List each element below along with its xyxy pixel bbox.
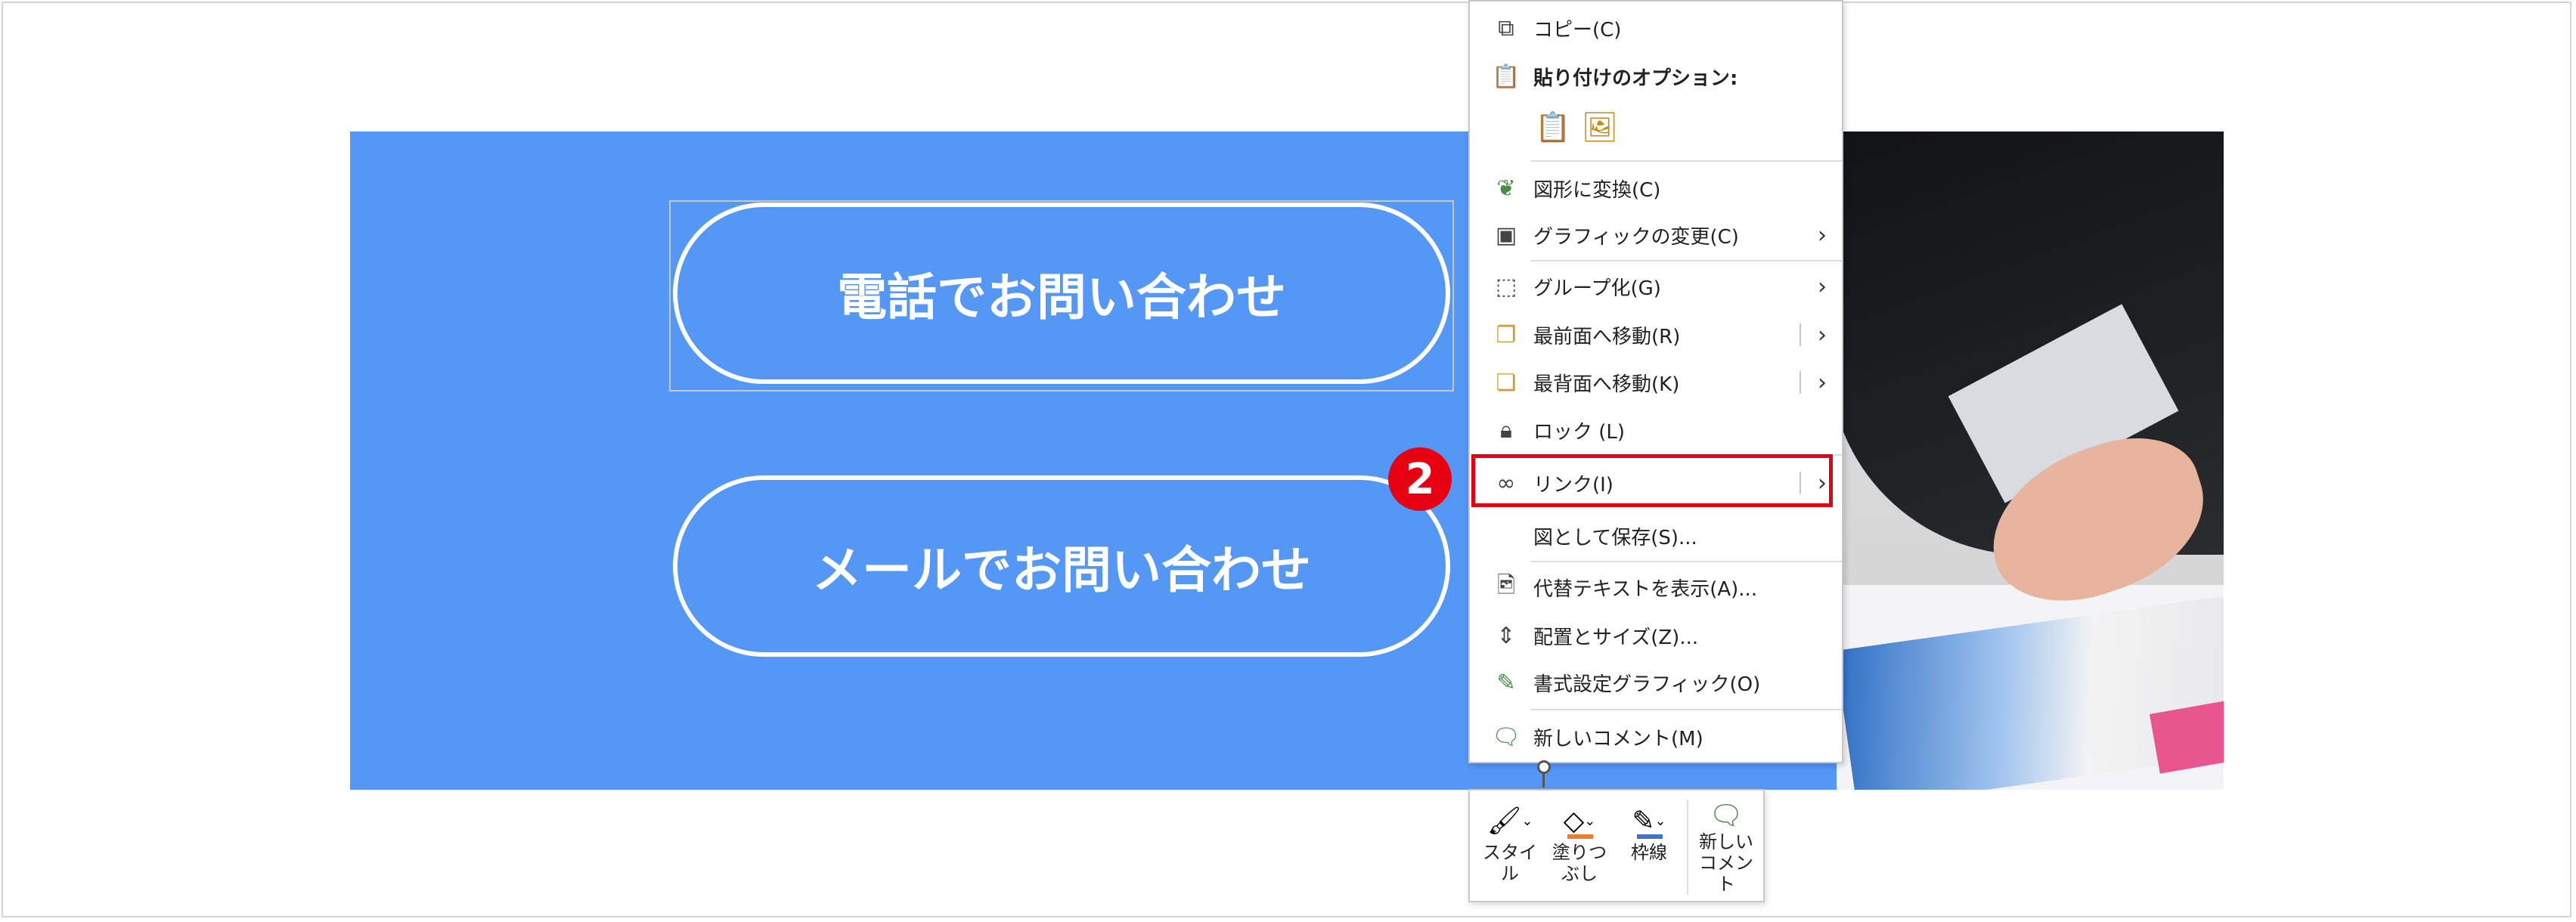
- split-divider: [1799, 371, 1801, 394]
- phone-contact-button[interactable]: 電話でお問い合わせ: [673, 203, 1450, 384]
- format-brush-icon: ✎: [1496, 669, 1516, 696]
- menu-separator: [1530, 260, 1842, 261]
- mini-fill-button[interactable]: ◇ ⌄ 塗りつ ぶし: [1545, 800, 1613, 895]
- outline-color-bar: [1637, 834, 1663, 839]
- mini-style-label: スタイル: [1483, 842, 1537, 884]
- menu-save-as-picture[interactable]: 図として保存(S)...: [1470, 514, 1842, 558]
- menu-send-back-label: 最背面へ移動(K): [1533, 373, 1680, 396]
- mini-divider: [1687, 800, 1688, 895]
- mini-comment-label: 新しい コメント: [1699, 831, 1753, 895]
- menu-convert-to-shape[interactable]: ❦ 図形に変換(C): [1470, 166, 1842, 210]
- menu-size-position[interactable]: ⇕ 配置とサイズ(Z)...: [1470, 614, 1842, 657]
- menu-save-picture-label: 図として保存(S)...: [1533, 526, 1697, 549]
- menu-separator: [1530, 561, 1842, 562]
- outline-pen-icon: ✎ ⌄: [1626, 800, 1672, 842]
- send-back-icon: ❏: [1496, 369, 1517, 396]
- menu-lock[interactable]: 🔒︎ ロック (L): [1470, 408, 1842, 452]
- menu-change-graphic-label: グラフィックの変更(C): [1533, 225, 1739, 249]
- mini-toolbar: 🖌︎ ⌄ スタイル ◇ ⌄ 塗りつ ぶし ✎ ⌄ 枠線 🗨 新しい コメント: [1468, 789, 1765, 902]
- menu-copy-label: コピー(C): [1533, 18, 1622, 42]
- mail-contact-button[interactable]: メールでお問い合わせ: [673, 475, 1450, 657]
- menu-separator: [1530, 160, 1842, 162]
- menu-convert-label: 図形に変換(C): [1533, 178, 1661, 202]
- context-menu: ⧉ コピー(C) 📋 貼り付けのオプション: 📋 🖼 ❦ 図形に変換(C) ▣ …: [1468, 0, 1843, 763]
- new-comment-icon: 🗨: [1709, 800, 1744, 831]
- menu-new-comment-label: 新しいコメント(M): [1533, 727, 1703, 750]
- chevron-right-icon: ›: [1818, 221, 1827, 249]
- menu-alt-text[interactable]: 🖻 代替テキストを表示(A)...: [1470, 565, 1842, 609]
- paste-keep-format-icon[interactable]: 📋: [1533, 106, 1573, 148]
- alt-text-icon: 🖻: [1496, 571, 1516, 599]
- menu-send-to-back[interactable]: ❏ 最背面へ移動(K) ›: [1470, 360, 1842, 404]
- fill-bucket-icon: ◇ ⌄: [1557, 800, 1602, 842]
- menu-lock-label: ロック (L): [1533, 420, 1626, 444]
- copy-icon: ⧉: [1498, 14, 1514, 42]
- paste-options-label: 貼り付けのオプション:: [1533, 67, 1738, 90]
- change-graphic-icon: ▣: [1495, 221, 1517, 249]
- menu-paste-options-header: 📋 貼り付けのオプション:: [1470, 54, 1842, 98]
- size-position-icon: ⇕: [1496, 622, 1516, 649]
- slide-photo[interactable]: [1837, 131, 2224, 790]
- mini-outline-label: 枠線: [1631, 842, 1667, 863]
- convert-shape-icon: ❦: [1496, 175, 1516, 202]
- chevron-right-icon: ›: [1818, 273, 1827, 300]
- menu-bring-front-label: 最前面へ移動(R): [1533, 325, 1681, 348]
- rotate-handle-stem: [1542, 772, 1545, 787]
- menu-change-graphic[interactable]: ▣ グラフィックの変更(C) ›: [1470, 213, 1842, 257]
- chevron-right-icon: ›: [1818, 321, 1827, 348]
- chevron-right-icon: ›: [1818, 369, 1827, 396]
- split-divider: [1799, 323, 1801, 346]
- paste-as-picture-icon[interactable]: 🖼: [1580, 106, 1620, 148]
- menu-separator: [1530, 709, 1842, 710]
- menu-copy[interactable]: ⧉ コピー(C): [1470, 6, 1842, 50]
- menu-bring-to-front[interactable]: ❐ 最前面へ移動(R) ›: [1470, 313, 1842, 357]
- bring-front-icon: ❐: [1496, 321, 1517, 348]
- menu-format-label: 書式設定グラフィック(O): [1533, 673, 1761, 696]
- lock-icon: 🔒︎: [1500, 416, 1512, 444]
- menu-size-position-label: 配置とサイズ(Z)...: [1533, 626, 1699, 649]
- style-brush-icon: 🖌︎ ⌄: [1486, 806, 1533, 837]
- fill-color-bar: [1567, 834, 1593, 839]
- menu-group-label: グループ化(G): [1533, 277, 1661, 300]
- step-badge: 2: [1388, 447, 1452, 511]
- menu-alt-text-label: 代替テキストを表示(A)...: [1533, 577, 1758, 601]
- menu-new-comment[interactable]: 🗨 新しいコメント(M): [1470, 715, 1842, 759]
- group-icon: ⬚: [1495, 273, 1517, 300]
- mini-comment-button[interactable]: 🗨 新しい コメント: [1692, 800, 1760, 895]
- mini-style-button[interactable]: 🖌︎ ⌄ スタイル: [1476, 800, 1544, 895]
- menu-group[interactable]: ⬚ グループ化(G) ›: [1470, 265, 1842, 308]
- mini-outline-button[interactable]: ✎ ⌄ 枠線: [1615, 800, 1683, 895]
- paste-icon: 📋: [1492, 63, 1520, 90]
- menu-format-graphic[interactable]: ✎ 書式設定グラフィック(O): [1470, 661, 1842, 704]
- link-highlight-box: [1471, 454, 1833, 507]
- mini-fill-label: 塗りつ ぶし: [1551, 842, 1607, 884]
- comment-icon: 🗨: [1491, 723, 1521, 750]
